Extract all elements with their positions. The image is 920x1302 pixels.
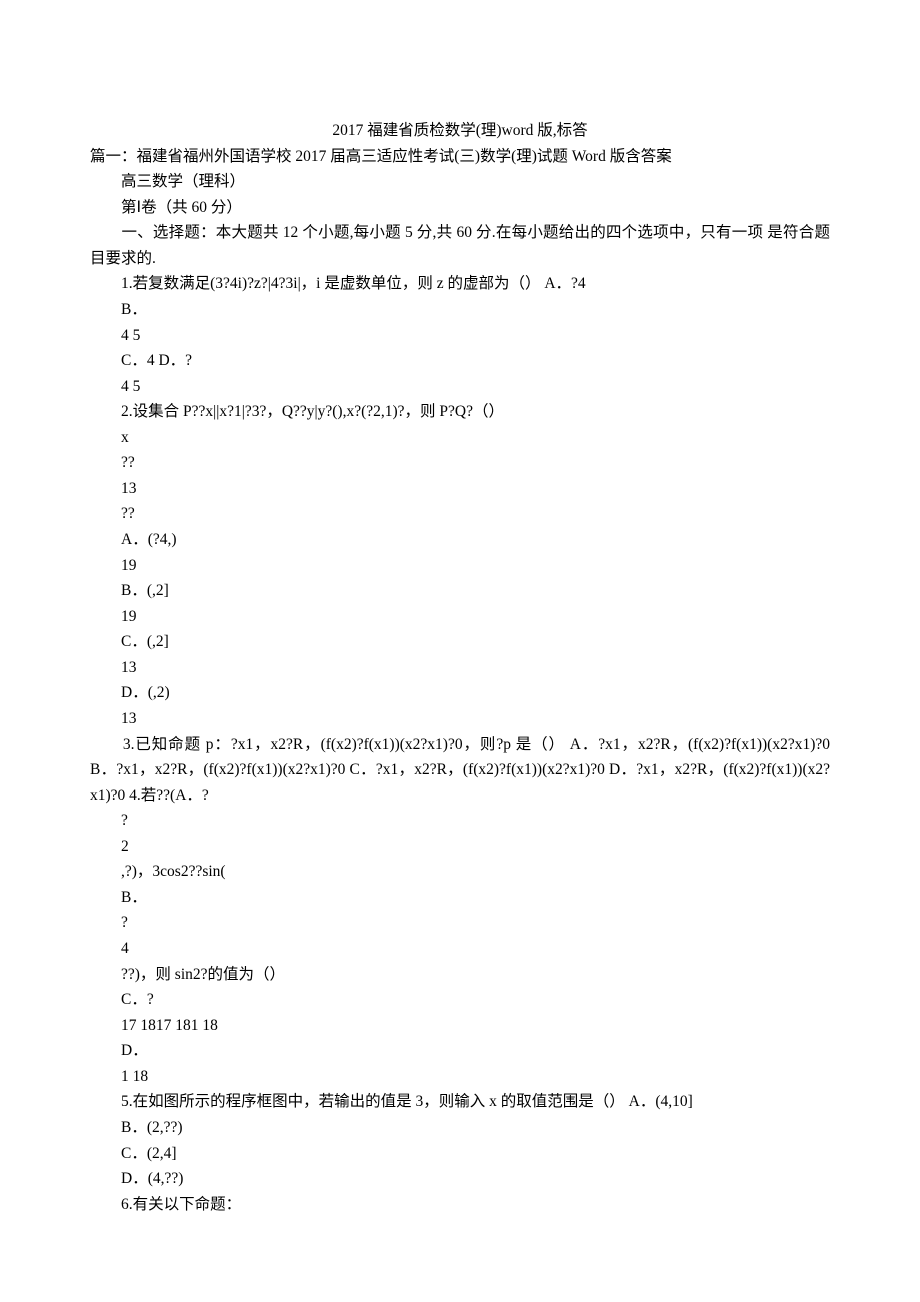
line-28: 4 bbox=[90, 936, 830, 962]
line-8: 4 5 bbox=[90, 374, 830, 400]
line-34: 5.在如图所示的程序框图中，若输出的值是 3，则输入 x 的取值范围是（） A．… bbox=[90, 1089, 830, 1115]
line-19: 13 bbox=[90, 655, 830, 681]
line-0: 篇一：福建省福州外国语学校 2017 届高三适应性考试(三)数学(理)试题 Wo… bbox=[90, 144, 830, 170]
line-36: C．(2,4] bbox=[90, 1141, 830, 1167]
line-1: 高三数学（理科） bbox=[90, 169, 830, 195]
line-6: 4 5 bbox=[90, 323, 830, 349]
line-37: D．(4,??) bbox=[90, 1166, 830, 1192]
line-18: C．(,2] bbox=[90, 629, 830, 655]
line-12: 13 bbox=[90, 476, 830, 502]
line-2: 第Ⅰ卷（共 60 分） bbox=[90, 195, 830, 221]
document-title: 2017 福建省质检数学(理)word 版,标答 bbox=[90, 118, 830, 144]
line-30: C．? bbox=[90, 987, 830, 1013]
line-32: D． bbox=[90, 1038, 830, 1064]
line-11: ?? bbox=[90, 450, 830, 476]
line-38: 6.有关以下命题： bbox=[90, 1192, 830, 1218]
line-33: 1 18 bbox=[90, 1064, 830, 1090]
line-20: D．(,2) bbox=[90, 680, 830, 706]
line-24: 2 bbox=[90, 834, 830, 860]
line-5: B． bbox=[90, 297, 830, 323]
document-page: 2017 福建省质检数学(理)word 版,标答 篇一：福建省福州外国语学校 2… bbox=[0, 0, 920, 1302]
line-17: 19 bbox=[90, 604, 830, 630]
line-3: 一、选择题：本大题共 12 个小题,每小题 5 分,共 60 分.在每小题给出的… bbox=[90, 220, 830, 271]
line-22: 3.已知命题 p：?x1，x2?R，(f(x2)?f(x1))(x2?x1)?0… bbox=[90, 732, 830, 809]
line-29: ??)，则 sin2?的值为（） bbox=[90, 962, 830, 988]
line-23: ? bbox=[90, 808, 830, 834]
line-9: 2.设集合 P??x||x?1|?3?，Q??y|y?(),x?(?2,1)?，… bbox=[90, 399, 830, 425]
line-27: ? bbox=[90, 910, 830, 936]
line-14: A．(?4,) bbox=[90, 527, 830, 553]
line-35: B．(2,??) bbox=[90, 1115, 830, 1141]
line-31: 17 1817 181 18 bbox=[90, 1013, 830, 1039]
line-21: 13 bbox=[90, 706, 830, 732]
line-26: B． bbox=[90, 885, 830, 911]
line-16: B．(,2] bbox=[90, 578, 830, 604]
line-13: ?? bbox=[90, 501, 830, 527]
line-25: ,?)，3cos2??sin( bbox=[90, 859, 830, 885]
line-4: 1.若复数满足(3?4i)?z?|4?3i|，i 是虚数单位，则 z 的虚部为（… bbox=[90, 271, 830, 297]
line-15: 19 bbox=[90, 553, 830, 579]
line-7: C．4 D．? bbox=[90, 348, 830, 374]
line-10: x bbox=[90, 425, 830, 451]
